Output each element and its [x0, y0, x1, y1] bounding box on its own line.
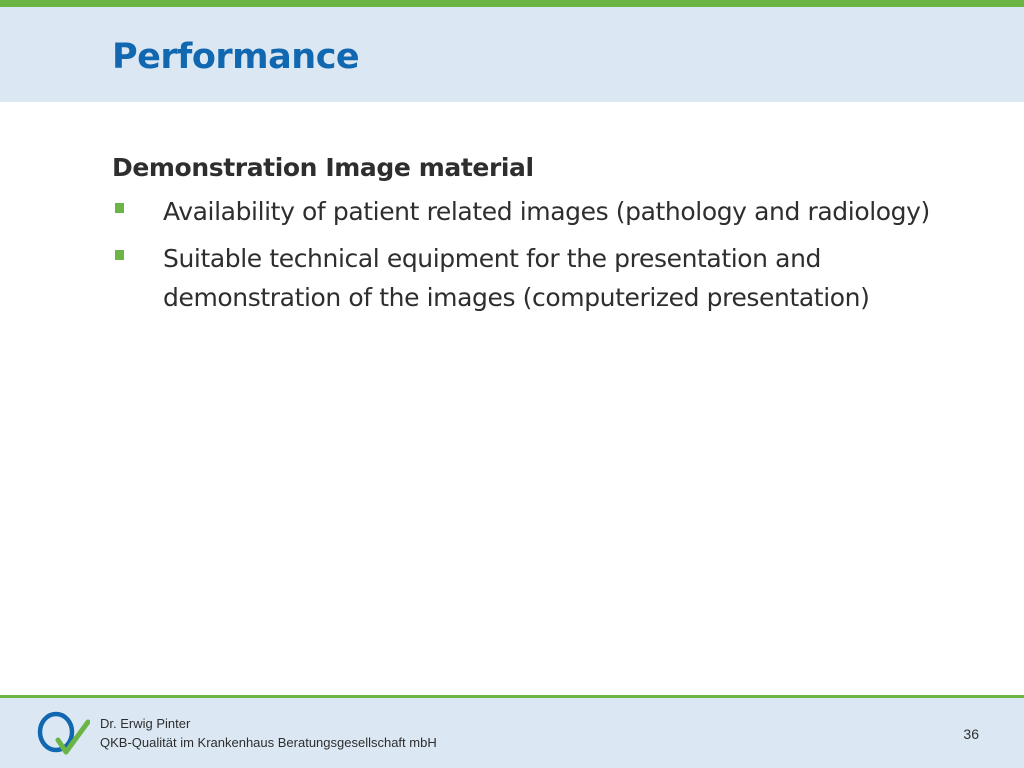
- slide-title: Performance: [112, 37, 360, 77]
- page-number: 36: [963, 726, 979, 742]
- square-bullet-icon: [115, 203, 124, 213]
- bullet-item: Availability of patient related images (…: [112, 192, 992, 231]
- section-subheading: Demonstration Image material: [112, 153, 534, 182]
- footer-credits: Dr. Erwig Pinter QKB-Qualität im Kranken…: [100, 714, 437, 752]
- footer-author: Dr. Erwig Pinter: [100, 716, 191, 731]
- square-bullet-icon: [115, 250, 124, 260]
- bullet-list: Availability of patient related images (…: [112, 192, 992, 317]
- bullet-item: Suitable technical equipment for the pre…: [112, 239, 992, 317]
- footer-organization: QKB-Qualität im Krankenhaus Beratungsges…: [100, 735, 437, 750]
- bullet-text: Availability of patient related images (…: [163, 197, 930, 226]
- top-accent-bar: [0, 0, 1024, 7]
- bullet-text: Suitable technical equipment for the pre…: [163, 244, 870, 312]
- slide-header: Performance: [0, 7, 1024, 102]
- slide-footer: Dr. Erwig Pinter QKB-Qualität im Kranken…: [0, 698, 1024, 768]
- qkb-logo-icon: [37, 711, 90, 755]
- slide-content: Demonstration Image material Availabilit…: [112, 150, 992, 325]
